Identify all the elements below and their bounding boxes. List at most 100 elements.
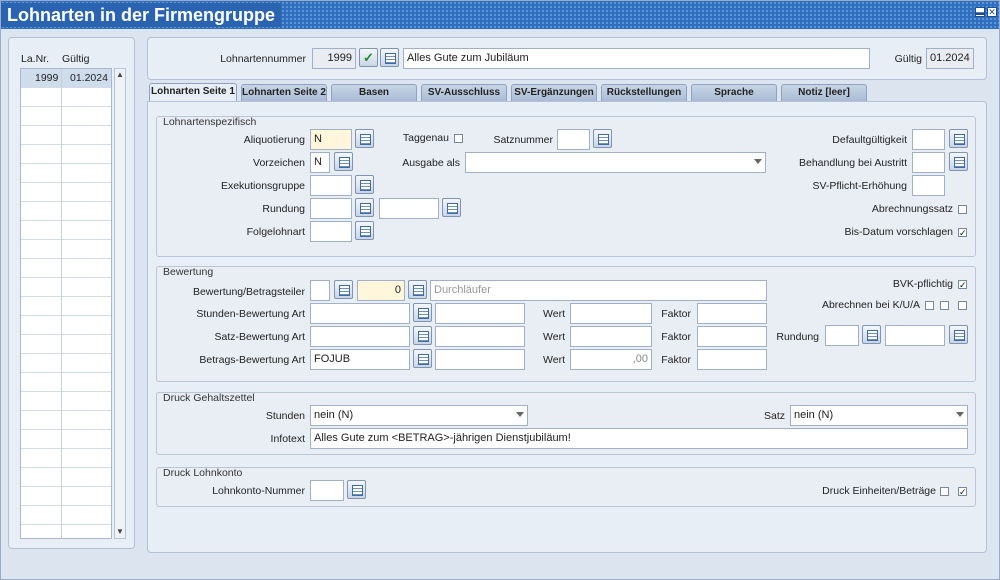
table-row[interactable]: [21, 506, 111, 525]
tab-sv-ergaenzungen[interactable]: SV-Ergänzungen: [511, 84, 597, 101]
stunden-bewertung-text-input[interactable]: [435, 303, 525, 324]
table-row[interactable]: [21, 392, 111, 411]
tab-notiz[interactable]: Notiz [leer]: [781, 84, 867, 101]
stunden-bewertung-input[interactable]: [310, 303, 410, 324]
confirm-check-icon[interactable]: ✓: [359, 48, 378, 67]
betrags-bewertung-lookup-icon[interactable]: [413, 349, 432, 368]
behandlung-input[interactable]: [912, 152, 945, 173]
table-row[interactable]: [21, 525, 111, 538]
scroll-up-icon[interactable]: ▲: [115, 69, 125, 81]
table-row[interactable]: [21, 335, 111, 354]
table-row[interactable]: [21, 468, 111, 487]
stunden-bewertung-lookup-icon[interactable]: [413, 303, 432, 322]
betrags-wert-input[interactable]: ,00: [570, 349, 652, 370]
bisdatum-checkbox[interactable]: ✓: [958, 228, 967, 238]
lohnartennummer-input[interactable]: 1999: [312, 48, 356, 69]
table-row[interactable]: [21, 487, 111, 506]
einheiten-checkbox-2[interactable]: ✓: [958, 487, 967, 497]
stunden-wert-input[interactable]: [570, 303, 652, 324]
svpflicht-input[interactable]: [912, 175, 945, 196]
satznummer-lookup-icon[interactable]: [593, 129, 612, 148]
bewertung-rundung-input[interactable]: [825, 325, 859, 346]
table-row[interactable]: [21, 221, 111, 240]
folgelohnart-lookup-icon[interactable]: [355, 221, 374, 240]
defaultgueltigkeit-input[interactable]: [912, 129, 945, 150]
satz-bewertung-lookup-icon[interactable]: [413, 326, 432, 345]
table-row[interactable]: 1999 01.2024: [21, 69, 111, 88]
minimize-icon[interactable]: ▬: [975, 7, 985, 17]
infotext-input[interactable]: Alles Gute zum <BETRAG>-jährigen Dienstj…: [310, 428, 968, 449]
defaultgueltigkeit-lookup-icon[interactable]: [949, 129, 968, 148]
table-row[interactable]: [21, 88, 111, 107]
table-row[interactable]: [21, 145, 111, 164]
table-row[interactable]: [21, 259, 111, 278]
exekutionsgruppe-lookup-icon[interactable]: [355, 175, 374, 194]
tab-lohnarten-seite-1[interactable]: Lohnarten Seite 1: [149, 83, 237, 102]
bezeichnung-input[interactable]: Alles Gute zum Jubiläum: [403, 48, 870, 69]
betragsteiler-value-input[interactable]: 0: [357, 280, 405, 301]
table-row[interactable]: [21, 164, 111, 183]
betragsteiler-lookup-icon[interactable]: [334, 280, 353, 299]
kua-u-checkbox[interactable]: [940, 301, 949, 310]
tab-sprache[interactable]: Sprache: [691, 84, 777, 101]
table-row[interactable]: [21, 278, 111, 297]
aliquotierung-input[interactable]: N: [310, 129, 352, 150]
betragsteiler-input[interactable]: [310, 280, 330, 301]
rundung-lookup-icon[interactable]: [355, 198, 374, 217]
folgelohnart-input[interactable]: [310, 221, 352, 242]
betrags-bewertung-input[interactable]: FOJUB: [310, 349, 410, 370]
table-row[interactable]: [21, 354, 111, 373]
bvk-checkbox[interactable]: ✓: [958, 280, 967, 290]
rundung-input[interactable]: [310, 198, 352, 219]
lohnkonto-nummer-input[interactable]: [310, 480, 344, 501]
tab-lohnarten-seite-2[interactable]: Lohnarten Seite 2: [241, 84, 327, 101]
taggenau-checkbox[interactable]: [454, 134, 463, 143]
vorzeichen-lookup-icon[interactable]: [334, 152, 353, 171]
exekutionsgruppe-input[interactable]: [310, 175, 352, 196]
table-row[interactable]: [21, 449, 111, 468]
table-row[interactable]: [21, 430, 111, 449]
tab-rueckstellungen[interactable]: Rückstellungen: [601, 84, 687, 101]
rundung-text-input[interactable]: [379, 198, 439, 219]
satz-bewertung-text-input[interactable]: [435, 326, 525, 347]
kua-a-checkbox[interactable]: [958, 301, 967, 310]
lohnkonto-lookup-icon[interactable]: [347, 480, 366, 499]
list-scrollbar[interactable]: ▲ ▼: [114, 68, 126, 539]
bewertung-rundung-text-input[interactable]: [885, 325, 945, 346]
rundung-text-lookup-icon[interactable]: [442, 198, 461, 217]
table-row[interactable]: [21, 297, 111, 316]
aliquotierung-label: Aliquotierung: [243, 134, 305, 146]
einheiten-checkbox-1[interactable]: [940, 487, 949, 496]
abrechnungssatz-checkbox[interactable]: [958, 205, 967, 214]
ausgabe-dropdown[interactable]: [465, 152, 766, 173]
betrags-faktor-input[interactable]: [697, 349, 767, 370]
scroll-down-icon[interactable]: ▼: [115, 526, 125, 538]
durchlaeufer-input[interactable]: Durchläufer: [430, 280, 767, 301]
tab-basen[interactable]: Basen: [331, 84, 417, 101]
tab-sv-ausschluss[interactable]: SV-Ausschluss: [421, 84, 507, 101]
bewertung-rundung-text-lookup-icon[interactable]: [949, 325, 968, 344]
aliquotierung-lookup-icon[interactable]: [355, 129, 374, 148]
bewertung-rundung-lookup-icon[interactable]: [862, 325, 881, 344]
table-row[interactable]: [21, 107, 111, 126]
table-row[interactable]: [21, 126, 111, 145]
kua-k-checkbox[interactable]: [925, 301, 934, 310]
table-row[interactable]: [21, 183, 111, 202]
betragsteiler-value-lookup-icon[interactable]: [408, 280, 427, 299]
table-row[interactable]: [21, 240, 111, 259]
table-row[interactable]: [21, 411, 111, 430]
close-icon[interactable]: ✕: [987, 7, 997, 17]
table-row[interactable]: [21, 373, 111, 392]
betrags-bewertung-text-input[interactable]: [435, 349, 525, 370]
table-row[interactable]: [21, 316, 111, 335]
gueltig-input[interactable]: 01.2024: [926, 48, 974, 69]
behandlung-lookup-icon[interactable]: [949, 152, 968, 171]
satznummer-input[interactable]: [557, 129, 590, 150]
lookup-icon[interactable]: [380, 48, 399, 67]
druck-stunden-dropdown[interactable]: nein (N): [310, 405, 528, 426]
satz-wert-input[interactable]: [570, 326, 652, 347]
satz-bewertung-input[interactable]: [310, 326, 410, 347]
table-row[interactable]: [21, 202, 111, 221]
druck-satz-dropdown[interactable]: nein (N): [790, 405, 968, 426]
vorzeichen-input[interactable]: N: [310, 152, 330, 173]
